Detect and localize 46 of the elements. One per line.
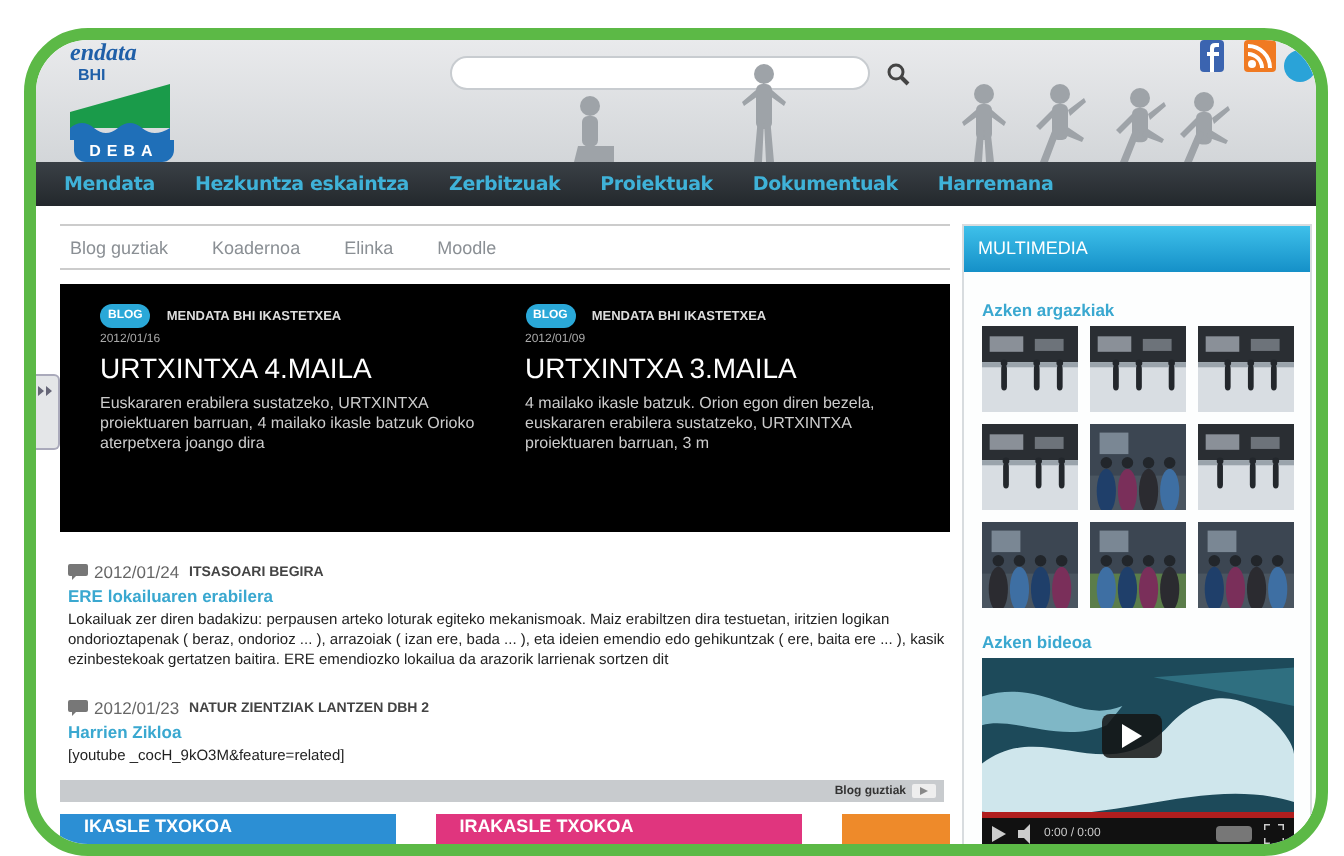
logo-wave-icon <box>70 84 170 140</box>
blog-tab[interactable]: Koadernoa <box>212 237 301 257</box>
child-silhouette <box>1116 86 1168 162</box>
comment-icon <box>68 700 88 716</box>
section-tile[interactable]: IKASLE TXOKOA <box>60 814 396 844</box>
post-date: 2012/01/23 <box>94 698 180 718</box>
facebook-icon[interactable] <box>1200 40 1224 72</box>
section-heading: Azken argazkiak <box>982 300 1117 320</box>
post-date: 2012/01/24 <box>94 562 180 582</box>
nav-link[interactable]: Hezkuntza eskaintza <box>194 173 410 195</box>
comment-icon <box>68 564 88 580</box>
featured-title[interactable]: URTXINTXA 4.MAILA <box>100 352 490 384</box>
nav-link[interactable]: Dokumentuak <box>752 173 898 195</box>
side-handle[interactable] <box>36 374 60 450</box>
post-title[interactable]: Harrien Zikloa <box>68 722 950 742</box>
post-title[interactable]: ERE lokailuaren erabilera <box>68 586 950 606</box>
rss-icon[interactable] <box>1244 40 1276 72</box>
child-silhouette <box>1036 82 1088 162</box>
blog-tab[interactable]: Moodle <box>437 237 497 257</box>
featured-excerpt: 4 mailako ikasle batzuk. Orion egon diren bezela, euskararen erabilera sustatzeko, URTXINTXA proiektuaren barruan, 3 m <box>525 394 877 454</box>
section-heading: Azken bideoa <box>982 632 1094 652</box>
logo-place: DEBA <box>74 140 174 162</box>
logo-subtitle: BHI <box>78 66 106 84</box>
nav-link[interactable]: Proiektuak <box>600 173 713 195</box>
child-silhouette <box>960 82 1012 162</box>
volume-icon[interactable] <box>1018 824 1032 844</box>
social-icon[interactable] <box>1284 50 1316 82</box>
panel-header: MULTIMEDIA <box>964 226 1310 272</box>
fullscreen-icon[interactable] <box>1264 824 1284 844</box>
featured-excerpt: Euskararen erabilera sustatzeko, URTXINTXA proiektuaren barruan, 4 mailako ikasle batzuk Orioko aterpetxera joango dira <box>100 394 477 454</box>
nav-link[interactable]: Zerbitzuak <box>449 173 561 195</box>
nav-link[interactable]: Harremana <box>937 173 1054 195</box>
blog-tab[interactable]: Blog guztiak <box>70 237 169 257</box>
play-icon[interactable] <box>992 826 1006 842</box>
search-icon[interactable] <box>886 62 910 86</box>
video-play-button[interactable] <box>1102 714 1162 758</box>
featured-title[interactable]: URTXINTXA 3.MAILA <box>525 352 915 384</box>
blog-tab[interactable]: Elinka <box>344 237 394 257</box>
child-silhouette <box>740 62 792 162</box>
nav-link[interactable]: Mendata <box>64 173 155 195</box>
logo-name: endata <box>70 40 137 66</box>
child-silhouette <box>1180 90 1232 162</box>
play-icon <box>1122 724 1142 748</box>
search-field[interactable] <box>450 56 870 90</box>
section-tile[interactable]: IRAKASLE TXOKOA <box>435 814 802 844</box>
double-arrow-icon <box>38 386 52 396</box>
